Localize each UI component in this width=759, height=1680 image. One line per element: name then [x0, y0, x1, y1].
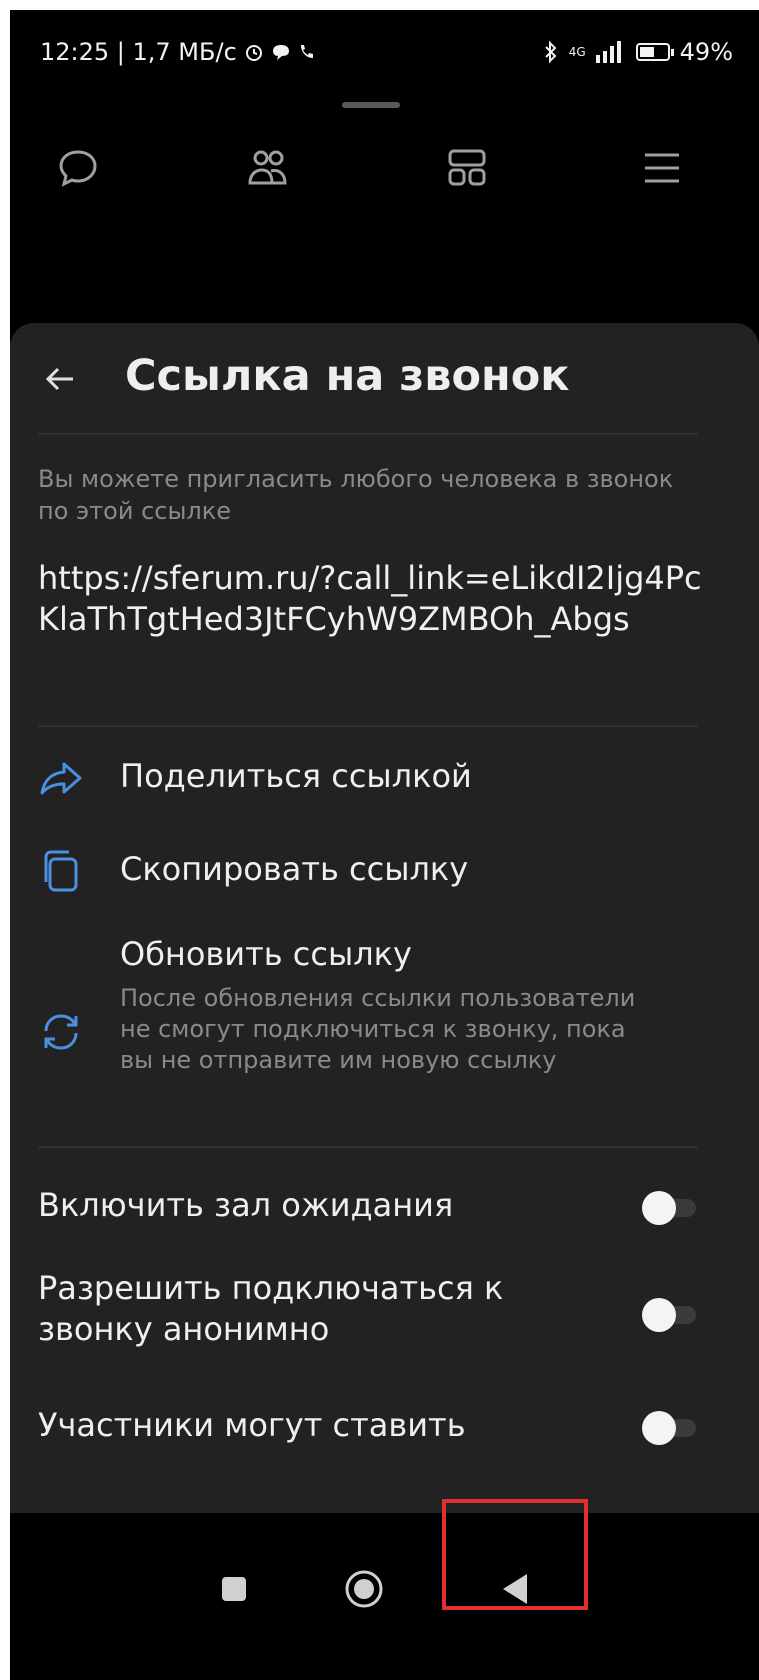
tab-services[interactable]: [437, 138, 497, 198]
highlight-box: [442, 1499, 588, 1610]
sheet-title: Ссылка на звонок: [125, 351, 570, 401]
tab-contacts[interactable]: [238, 138, 298, 198]
refresh-link-label: Обновить ссылку: [120, 935, 412, 973]
alarm-icon: [245, 45, 262, 61]
divider: [38, 1146, 698, 1148]
anonymous-join-toggle[interactable]: [642, 1298, 698, 1332]
participants-row: Участники могут ставить: [38, 1401, 728, 1451]
share-link-label: Поделиться ссылкой: [120, 757, 472, 795]
divider: [38, 725, 698, 727]
bluetooth-icon: [545, 40, 557, 64]
copy-link-button[interactable]: Скопировать ссылку: [38, 846, 728, 896]
share-link-button[interactable]: Поделиться ссылкой: [38, 753, 728, 803]
waiting-room-label: Включить зал ожидания: [38, 1186, 454, 1224]
signal-icon: [595, 41, 621, 63]
battery-icon: [635, 43, 674, 61]
services-icon: [448, 149, 486, 186]
copy-link-label: Скопировать ссылку: [120, 850, 469, 888]
home-circle-icon: [345, 1570, 383, 1608]
network-label: 4G: [568, 45, 586, 59]
tab-menu[interactable]: [632, 138, 692, 198]
phone-call-icon: [300, 45, 313, 58]
recents-square-icon: [222, 1577, 246, 1601]
menu-icon: [645, 153, 679, 183]
home-button[interactable]: [334, 1559, 394, 1619]
participants-label: Участники могут ставить: [38, 1406, 466, 1444]
anonymous-join-row: Разрешить подключаться к звонку анонимно: [38, 1268, 728, 1358]
refresh-icon: [38, 1009, 84, 1055]
call-link-text[interactable]: https://sferum.ru/?call_link=eLikdI2Ijg4…: [38, 558, 718, 640]
share-icon: [38, 755, 84, 801]
status-bar: 12:25 | 1,7 МБ/с 4G 49%: [10, 10, 759, 90]
call-link-sheet: Ссылка на звонок Вы можете пригласить лю…: [10, 323, 759, 1513]
message-icon: [272, 45, 289, 60]
refresh-link-button[interactable]: Обновить ссылку После обновления ссылки …: [38, 935, 728, 1125]
phone-screen: 12:25 | 1,7 МБ/с 4G 49% Ссылка на звонок…: [10, 10, 759, 1680]
anonymous-join-label: Разрешить подключаться к звонку анонимно: [38, 1269, 504, 1348]
drag-handle[interactable]: [342, 102, 400, 108]
navigation-bar: [10, 1499, 759, 1680]
participants-toggle[interactable]: [642, 1411, 698, 1445]
top-tabs: [10, 138, 759, 198]
chat-icon: [59, 150, 97, 187]
waiting-room-toggle[interactable]: [642, 1191, 698, 1225]
arrow-left-icon: [45, 367, 73, 391]
description-text: Вы можете пригласить любого человека в з…: [38, 465, 674, 525]
contacts-icon: [248, 150, 287, 185]
divider: [38, 433, 698, 435]
recents-button[interactable]: [204, 1559, 264, 1619]
back-button[interactable]: [38, 357, 82, 401]
sheet-header: Ссылка на звонок: [10, 323, 759, 433]
waiting-room-row: Включить зал ожидания: [38, 1181, 728, 1231]
tab-chats[interactable]: [48, 138, 108, 198]
battery-level: 49%: [679, 38, 733, 66]
status-time: 12:25 | 1,7 МБ/с: [40, 38, 237, 66]
copy-icon: [38, 848, 84, 894]
refresh-link-note: После обновления ссылки пользователи не …: [120, 984, 636, 1074]
